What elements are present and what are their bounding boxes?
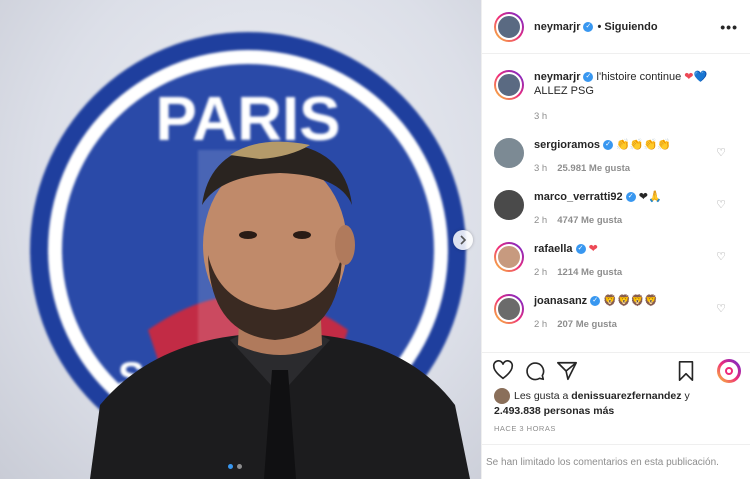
comment-time[interactable]: 3 h	[534, 163, 547, 174]
verified-icon: ✓	[583, 72, 594, 83]
likes-count[interactable]: 2.493.838 personas más	[494, 405, 614, 417]
comment-avatar[interactable]	[494, 294, 524, 324]
caption: neymarjr ✓ l'histoire continue ❤💙 ALLEZ P…	[494, 70, 738, 124]
comment-username[interactable]: marco_verratti92	[534, 191, 623, 203]
comment-row: joanasanz ✓ 🦁🦁🦁🦁 2 h 207 Me gusta ♡	[494, 294, 738, 332]
comment-text: ❤🙏	[638, 191, 662, 203]
caption-line2: ALLEZ PSG	[534, 85, 594, 97]
like-heart-icon[interactable]	[492, 359, 514, 382]
story-ring-icon[interactable]	[717, 358, 741, 383]
liked-conj: y	[684, 389, 690, 402]
comment-username[interactable]: sergioramos	[534, 139, 600, 151]
comment-username[interactable]: rafaella	[534, 243, 573, 255]
comment-avatar[interactable]	[494, 138, 524, 168]
post-timestamp[interactable]: HACE 3 HORAS	[494, 424, 556, 433]
comment-text: 👏👏👏👏	[616, 139, 671, 151]
comment-likes[interactable]: 25.981 Me gusta	[557, 163, 630, 174]
comments-list: neymarjr ✓ l'histoire continue ❤💙 ALLEZ P…	[482, 54, 750, 354]
carousel-dot	[228, 464, 233, 469]
carousel-next-button[interactable]	[453, 230, 473, 250]
comment-likes[interactable]: 4747 Me gusta	[557, 215, 622, 226]
post-header: neymarjr ✓ • Siguiendo •••	[482, 0, 750, 54]
like-comment-heart-icon[interactable]: ♡	[716, 250, 726, 263]
like-comment-heart-icon[interactable]: ♡	[716, 302, 726, 315]
author-avatar[interactable]	[494, 11, 524, 42]
comment-text: 🦁🦁🦁🦁	[603, 295, 659, 307]
follow-status[interactable]: • Siguiendo	[597, 21, 657, 33]
liked-by: Les gusta a denissuarezfernandez y 2.493…	[494, 388, 690, 418]
action-bar	[482, 352, 750, 388]
chevron-right-icon	[460, 235, 467, 245]
comment-text: ❤	[588, 243, 598, 255]
comment-row: rafaella ✓ ❤ 2 h 1214 Me gusta ♡	[494, 242, 738, 280]
verified-icon: ✓	[625, 192, 636, 203]
comment-row: sergioramos ✓ 👏👏👏👏 3 h 25.981 Me gusta ♡	[494, 138, 738, 176]
comment-avatar[interactable]	[494, 190, 524, 220]
comment-avatar[interactable]	[494, 242, 524, 272]
carousel-dot	[237, 464, 242, 469]
comment-time[interactable]: 2 h	[534, 319, 547, 330]
comment-time[interactable]: 2 h	[534, 215, 547, 226]
comments-limited-notice: Se han limitado los comentarios en esta …	[482, 444, 750, 479]
liker-avatar[interactable]	[494, 388, 510, 404]
verified-icon: ✓	[603, 140, 614, 151]
blue-heart-emoji: 💙	[693, 71, 708, 83]
verified-icon: ✓	[590, 296, 601, 307]
liker-username[interactable]: denissuarezfernandez	[571, 390, 681, 402]
author-username[interactable]: neymarjr	[534, 21, 580, 33]
bookmark-icon[interactable]	[675, 360, 697, 382]
caption-text: l'histoire continue	[596, 71, 682, 83]
post-image[interactable]: PARIS S	[0, 0, 481, 479]
comment-username[interactable]: joanasanz	[534, 295, 587, 307]
verified-icon: ✓	[575, 244, 586, 255]
caption-username[interactable]: neymarjr	[534, 71, 580, 83]
caption-time[interactable]: 3 h	[534, 111, 547, 122]
like-comment-heart-icon[interactable]: ♡	[716, 146, 726, 159]
carousel-indicators	[228, 464, 242, 469]
share-icon[interactable]	[556, 360, 578, 382]
post-sidebar: neymarjr ✓ • Siguiendo ••• neymarjr ✓ l'h…	[481, 0, 750, 479]
verified-icon: ✓	[583, 21, 594, 32]
comment-time[interactable]: 2 h	[534, 267, 547, 278]
comment-likes[interactable]: 207 Me gusta	[557, 319, 617, 330]
liked-prefix: Les gusta a	[514, 389, 569, 402]
more-dots-icon[interactable]: •••	[720, 19, 738, 35]
player-photo	[90, 141, 470, 479]
comment-row: marco_verratti92 ✓ ❤🙏 2 h 4747 Me gusta ♡	[494, 190, 738, 228]
caption-avatar[interactable]	[494, 70, 524, 100]
like-comment-heart-icon[interactable]: ♡	[716, 198, 726, 211]
comment-icon[interactable]	[524, 360, 546, 382]
comment-likes[interactable]: 1214 Me gusta	[557, 267, 622, 278]
